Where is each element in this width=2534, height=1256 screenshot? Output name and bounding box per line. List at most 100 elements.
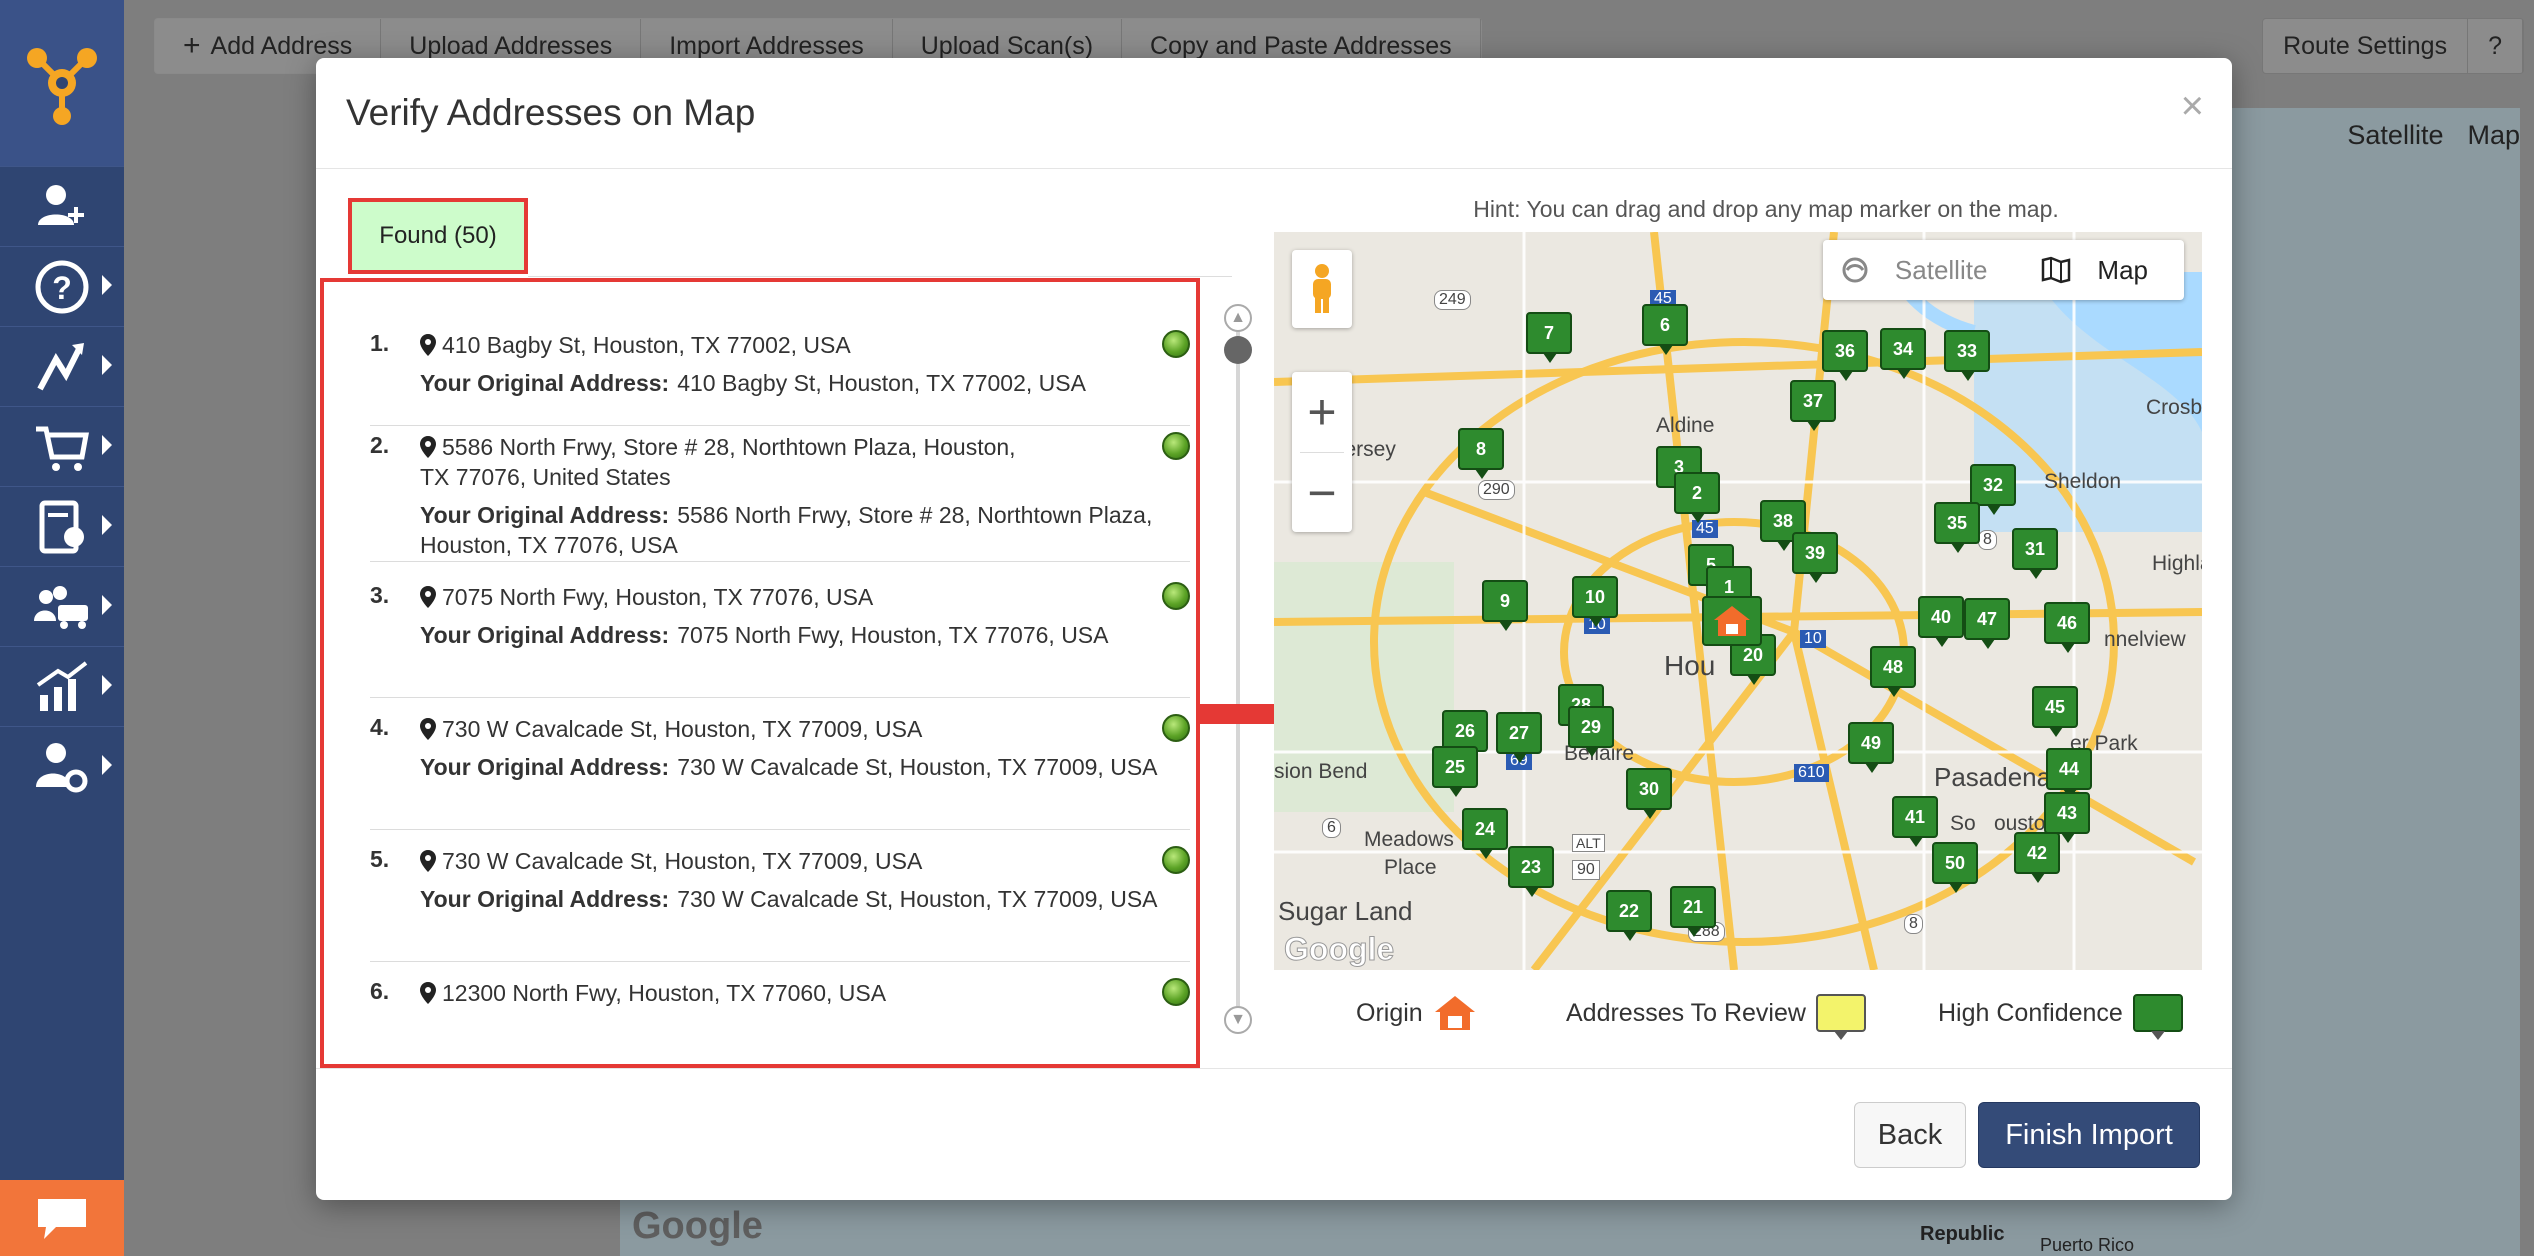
map-marker[interactable]: 35 xyxy=(1934,502,1980,553)
map-toggle[interactable]: Map xyxy=(2023,255,2184,286)
address-list[interactable]: 1. 410 Bagby St, Houston, TX 77002, USA … xyxy=(320,278,1200,1068)
map-pin-icon xyxy=(420,334,436,356)
map-marker[interactable]: 34 xyxy=(1880,328,1926,379)
fleet-icon xyxy=(34,585,88,629)
map-label: Hou xyxy=(1664,650,1716,681)
found-address: 730 W Cavalcade St, Houston, TX 77009, U… xyxy=(420,846,1060,876)
verify-addresses-modal: Verify Addresses on Map × Found (50) 1. … xyxy=(316,58,2232,1200)
chat-button[interactable] xyxy=(0,1180,124,1256)
map-marker[interactable]: 48 xyxy=(1870,646,1916,697)
list-item[interactable]: 2. 5586 North Frwy, Store # 28, Northtow… xyxy=(370,432,1190,562)
map-marker[interactable]: 40 xyxy=(1918,596,1964,647)
map-label: nnelview xyxy=(2104,628,2186,651)
scroll-up-button[interactable]: ▲ xyxy=(1224,304,1252,332)
zoom-in-button[interactable]: + xyxy=(1292,372,1352,452)
chevron-right-icon xyxy=(102,755,112,775)
road-shield: 290 xyxy=(1478,480,1515,500)
map-marker[interactable]: 30 xyxy=(1626,768,1672,819)
chevron-right-icon xyxy=(102,275,112,295)
close-icon[interactable]: × xyxy=(2181,84,2204,129)
map-label: Crosb xyxy=(2146,396,2202,419)
sidebar-item-orders[interactable] xyxy=(0,406,124,486)
verify-map[interactable]: Jersey Aldine Sheldon Crosb Highla nnelv… xyxy=(1274,232,2202,970)
map-marker[interactable]: 32 xyxy=(1970,464,2016,515)
map-hint: Hint: You can drag and drop any map mark… xyxy=(1473,196,2059,222)
map-marker[interactable]: 9 xyxy=(1482,580,1528,631)
background-map-label: Map xyxy=(2467,120,2520,150)
map-marker[interactable]: 37 xyxy=(1790,380,1836,431)
zoom-out-button[interactable]: − xyxy=(1292,453,1352,533)
map-marker[interactable]: 39 xyxy=(1792,532,1838,583)
map-marker[interactable]: 8 xyxy=(1458,428,1504,479)
sidebar-item-addressbook[interactable] xyxy=(0,486,124,566)
scrollbar-track[interactable] xyxy=(1236,308,1240,1008)
origin-marker[interactable] xyxy=(1702,596,1762,646)
list-item[interactable]: 4. 730 W Cavalcade St, Houston, TX 77009… xyxy=(370,714,1190,830)
map-marker[interactable]: 43 xyxy=(2044,792,2090,843)
legend-high-confidence: High Confidence xyxy=(1938,994,2183,1040)
sidebar-item-settings[interactable] xyxy=(0,726,124,806)
item-number: 5. xyxy=(370,846,390,872)
list-item[interactable]: 6. 12300 North Fwy, Houston, TX 77060, U… xyxy=(370,978,1190,1058)
street-view-pegman[interactable] xyxy=(1292,250,1352,328)
map-marker[interactable]: 33 xyxy=(1944,330,1990,381)
map-marker[interactable]: 23 xyxy=(1508,846,1554,897)
chevron-right-icon xyxy=(102,355,112,375)
chat-icon xyxy=(38,1199,86,1239)
finish-import-button[interactable]: Finish Import xyxy=(1978,1102,2200,1168)
map-marker[interactable]: 29 xyxy=(1568,706,1614,757)
map-marker[interactable]: 2 xyxy=(1674,472,1720,523)
map-marker[interactable]: 41 xyxy=(1892,796,1938,847)
map-marker[interactable]: 27 xyxy=(1496,712,1542,763)
google-logo: Google xyxy=(632,1205,763,1247)
sidebar-item-add-user[interactable] xyxy=(0,166,124,246)
sidebar-item-analytics[interactable] xyxy=(0,646,124,726)
map-label: sion Bend xyxy=(1274,760,1368,783)
map-marker[interactable]: 50 xyxy=(1932,842,1978,893)
map-marker[interactable]: 47 xyxy=(1964,598,2010,649)
list-item[interactable]: 3. 7075 North Fwy, Houston, TX 77076, US… xyxy=(370,582,1190,698)
map-marker[interactable]: 49 xyxy=(1848,722,1894,773)
map-marker[interactable]: 25 xyxy=(1432,746,1478,797)
original-address: Your Original Address: 5586 North Frwy, S… xyxy=(420,502,1153,558)
map-marker[interactable]: 22 xyxy=(1606,890,1652,941)
map-marker[interactable]: 36 xyxy=(1822,330,1868,381)
background-right-toolbar: Route Settings ? xyxy=(2262,18,2524,74)
map-label: So xyxy=(1950,812,1976,835)
map-marker[interactable]: 21 xyxy=(1670,886,1716,937)
divider xyxy=(316,1068,2232,1069)
modal-title: Verify Addresses on Map xyxy=(346,92,756,133)
divider xyxy=(528,276,1232,277)
road-shield: 610 xyxy=(1794,764,1829,782)
scrollbar-thumb[interactable] xyxy=(1224,336,1252,364)
tab-found[interactable]: Found (50) xyxy=(348,198,528,274)
map-marker[interactable]: 45 xyxy=(2032,686,2078,737)
legend-review: Addresses To Review xyxy=(1566,994,1866,1040)
map-pin-icon xyxy=(420,850,436,872)
sidebar-item-fleet[interactable] xyxy=(0,566,124,646)
add-user-icon xyxy=(38,184,84,225)
route4me-logo[interactable] xyxy=(0,0,124,166)
map-marker[interactable]: 7 xyxy=(1526,312,1572,363)
map-marker[interactable]: 42 xyxy=(2014,832,2060,883)
road-shield: 6 xyxy=(1322,818,1341,838)
back-button[interactable]: Back xyxy=(1854,1102,1966,1168)
list-item[interactable]: 5. 730 W Cavalcade St, Houston, TX 77009… xyxy=(370,846,1190,962)
map-marker[interactable]: 24 xyxy=(1462,808,1508,859)
sidebar-item-help[interactable]: ? xyxy=(0,246,124,326)
map-icon xyxy=(2042,256,2071,284)
map-marker[interactable]: 44 xyxy=(2046,748,2092,799)
map-marker[interactable]: 6 xyxy=(1642,304,1688,355)
scroll-down-button[interactable]: ▼ xyxy=(1224,1006,1252,1034)
list-item[interactable]: 1. 410 Bagby St, Houston, TX 77002, USA … xyxy=(370,330,1190,426)
svg-text:?: ? xyxy=(52,270,72,306)
map-marker[interactable]: 46 xyxy=(2044,602,2090,653)
map-label: Republic xyxy=(1920,1223,2005,1245)
map-marker[interactable]: 31 xyxy=(2012,528,2058,579)
map-label: Highla xyxy=(2152,552,2202,575)
sidebar-item-routes[interactable] xyxy=(0,326,124,406)
satellite-toggle[interactable]: Satellite xyxy=(1823,255,2024,286)
map-label: Sugar Land xyxy=(1278,896,1413,926)
map-marker[interactable]: 10 xyxy=(1572,576,1618,627)
chevron-right-icon xyxy=(102,675,112,695)
